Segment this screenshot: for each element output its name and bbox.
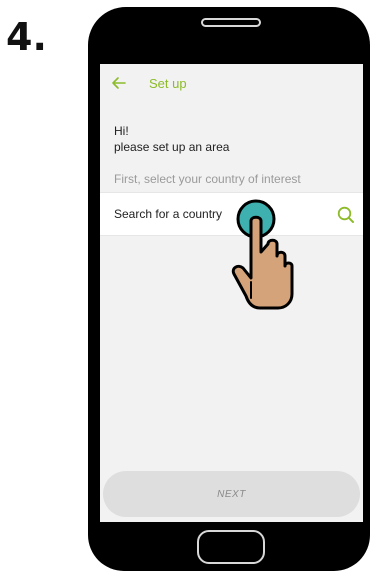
- tap-hand-icon: [231, 199, 294, 310]
- setup-instruction: please set up an area: [114, 140, 230, 154]
- app-bar: Set up: [100, 64, 363, 106]
- next-button[interactable]: NEXT: [103, 471, 360, 517]
- search-icon[interactable]: [336, 205, 356, 225]
- country-hint: First, select your country of interest: [114, 172, 301, 186]
- page-title: Set up: [149, 76, 187, 91]
- greeting-text: Hi!: [114, 124, 129, 138]
- phone-speaker: [201, 18, 261, 27]
- step-number: 4.: [6, 15, 47, 59]
- phone-home-button[interactable]: [197, 530, 265, 564]
- arrow-left-icon[interactable]: [110, 74, 128, 92]
